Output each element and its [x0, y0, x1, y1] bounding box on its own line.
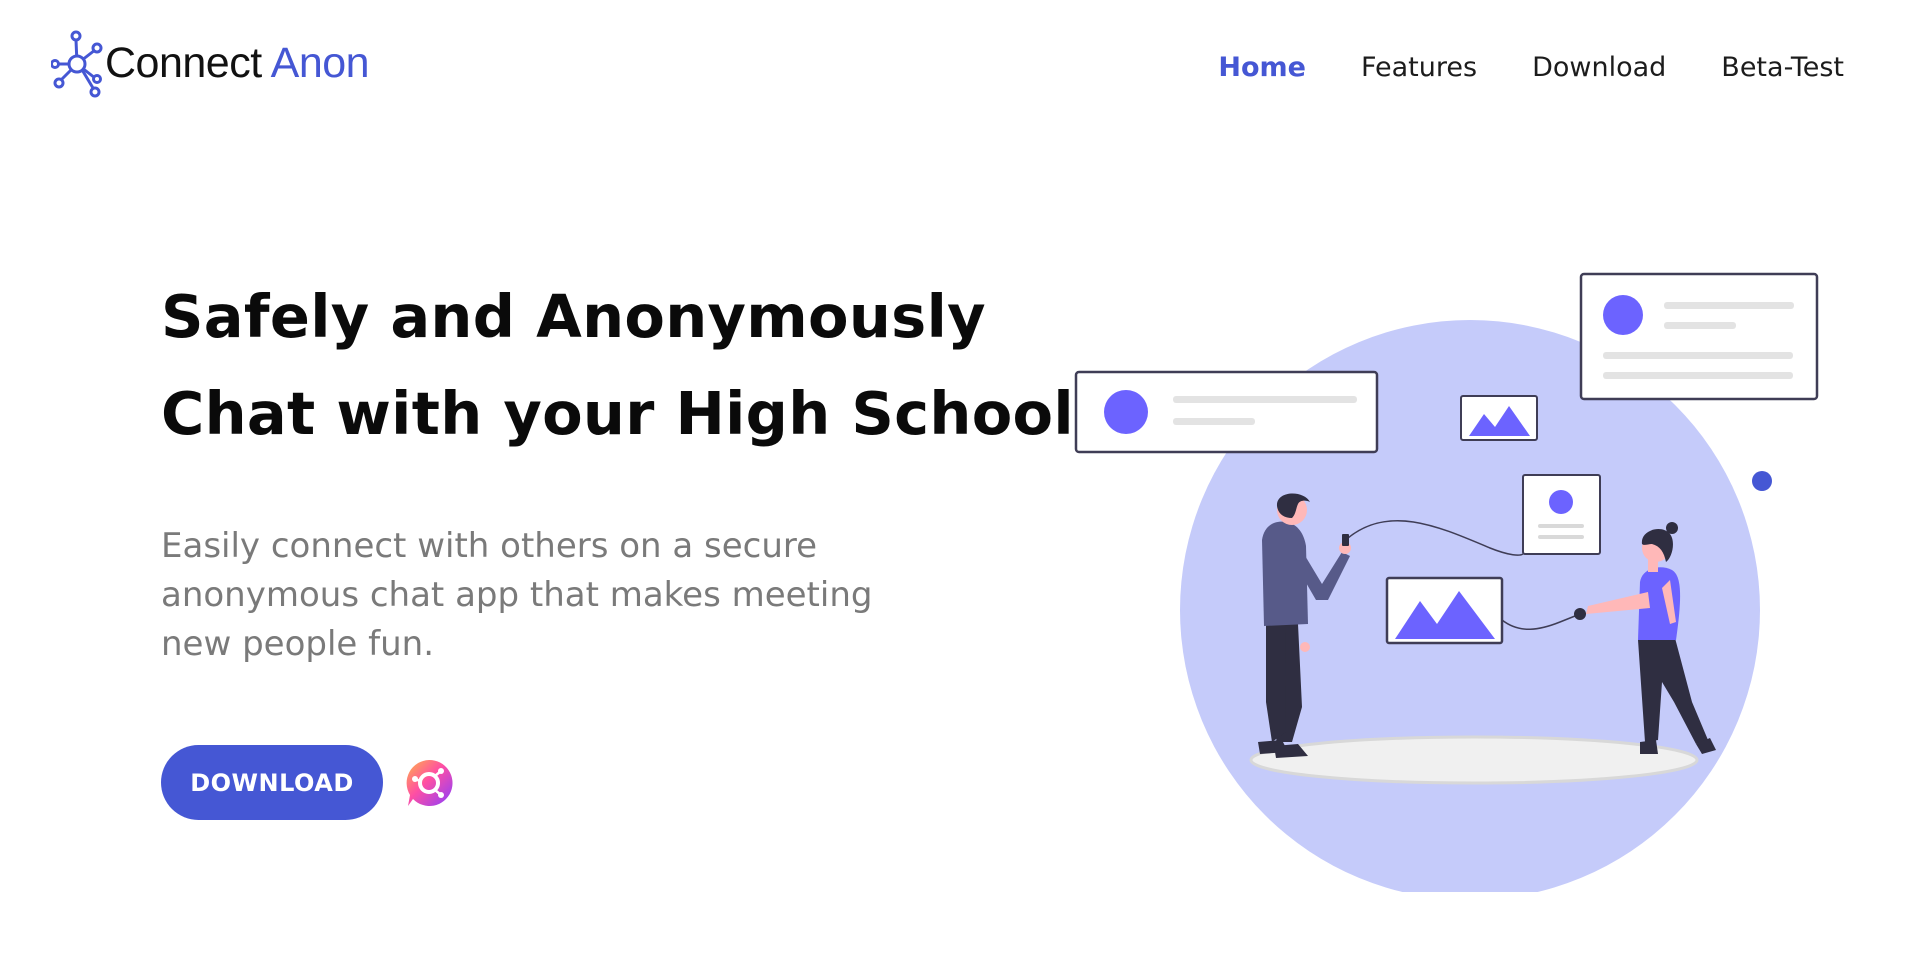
profile-card-icon	[1074, 370, 1379, 454]
landing-page: Connect Anon Home Features Download Beta-…	[0, 0, 1922, 971]
image-frame-icon	[1385, 576, 1504, 645]
network-nodes-icon	[51, 30, 103, 98]
hero-subtext: Easily connect with others on a secure a…	[161, 526, 873, 664]
floor-ellipse	[1249, 735, 1699, 785]
profile-card-icon	[1579, 272, 1819, 401]
hero-headline-line1: Safely and Anonymously	[161, 282, 986, 351]
logo[interactable]: Connect Anon	[51, 28, 370, 98]
logo-text-anon: Anon	[270, 38, 370, 87]
image-card-icon	[1460, 395, 1538, 441]
app-logo-icon[interactable]	[403, 757, 455, 809]
hero-headline: Safely and Anonymously Chat with your Hi…	[161, 268, 1074, 462]
nav-link-beta-test[interactable]: Beta-Test	[1721, 52, 1844, 83]
two-people-connecting-illustration	[1074, 272, 1819, 892]
download-button[interactable]: DOWNLOAD	[161, 745, 383, 820]
nav-link-download[interactable]: Download	[1532, 52, 1666, 83]
nav-link-features[interactable]: Features	[1361, 52, 1477, 83]
decorative-dot	[1752, 471, 1772, 491]
contact-card-icon	[1522, 474, 1601, 555]
logo-text-connect: Connect	[105, 38, 262, 87]
main-nav: Home Features Download Beta-Test	[1218, 52, 1844, 83]
hero-headline-line2: Chat with your High School	[161, 379, 1074, 448]
logo-text: Connect Anon	[105, 38, 370, 87]
nav-link-home[interactable]: Home	[1218, 52, 1306, 83]
